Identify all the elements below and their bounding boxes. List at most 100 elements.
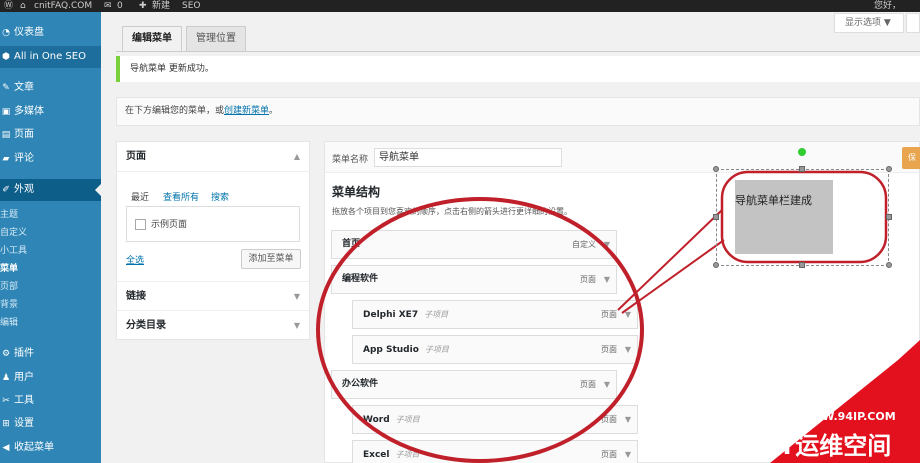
sidebar-item-users[interactable]: ♟ 用户 [0,367,101,389]
resize-handle[interactable] [886,262,892,268]
subitem-tag: 子项目 [424,345,449,354]
menu-item-title: 首页 [342,239,361,249]
comments-icon[interactable]: ✉ [104,0,112,12]
tab-search[interactable]: 搜索 [211,190,229,203]
watermark-title: IT运维空间 [770,432,892,460]
sidebar-item-label: All in One SEO [14,51,86,62]
submenu-themes[interactable]: 主题 [0,206,101,224]
resize-handle[interactable] [713,214,719,220]
menu-item-title: Excel [363,450,390,460]
subitem-tag: 子项目 [395,415,420,424]
sidebar-item-media[interactable]: ▣ 多媒体 [0,101,101,123]
sidebar-item-tools[interactable]: ✂ 工具 [0,390,101,412]
sample-page-checkbox[interactable] [135,219,146,230]
menu-item[interactable]: 首页 自定义 ▼ [331,230,617,259]
submenu-header[interactable]: 页部 [0,278,101,296]
menu-structure-title: 菜单结构 [332,185,381,199]
tab-recent[interactable]: 最近 [131,190,149,203]
chevron-down-icon[interactable]: ▼ [625,441,631,463]
create-menu-link[interactable]: 创建新菜单 [224,106,269,116]
pages-checklist: 示例页面 [126,206,300,242]
resize-handle[interactable] [886,166,892,172]
menu-subitem[interactable]: Excel 子项目 页面 ▼ [352,440,638,463]
wordpress-icon[interactable]: Ⓦ [4,0,13,12]
sidebar-item-seo[interactable]: ⬢ All in One SEO [0,46,101,68]
resize-handle[interactable] [799,166,805,172]
seo-link[interactable]: SEO [182,0,200,12]
sidebar-item-label: 仪表盘 [14,27,44,38]
sidebar-item-settings[interactable]: ⊞ 设置 [0,413,101,435]
plus-icon[interactable]: ✚ [139,0,147,12]
user-icon: ♟ [1,373,11,383]
settings-icon: ⊞ [2,419,10,429]
sidebar-item-dashboard[interactable]: ◔ 仪表盘 [0,22,101,44]
menu-item-title: Delphi XE7 [363,310,419,320]
chevron-down-icon[interactable]: ▼ [625,406,631,433]
resize-handle[interactable] [886,214,892,220]
sidebar-item-label: 页面 [14,129,34,140]
menu-subitem[interactable]: Delphi XE7 子项目 页面 ▼ [352,300,638,329]
add-menu-items-panel: 页面 ▲ 最近 查看所有 搜索 示例页面 全选 添加至菜单 链接 ▼ 分类目录 … [116,141,310,340]
select-all-link[interactable]: 全选 [126,253,144,266]
accordion-title: 链接 [126,291,146,302]
site-name[interactable]: cnitFAQ.COM [34,0,92,12]
accordion-categories-header[interactable]: 分类目录 ▼ [117,311,309,341]
sidebar-item-label: 收起菜单 [14,442,54,453]
sidebar-item-pages[interactable]: ▤ 页面 [0,124,101,146]
chevron-down-icon[interactable]: ▼ [604,266,610,293]
menu-subitem[interactable]: Word 子项目 页面 ▼ [352,405,638,434]
add-to-menu-button[interactable]: 添加至菜单 [241,249,301,269]
chevron-down-icon[interactable]: ▼ [604,371,610,398]
resize-handle[interactable] [713,262,719,268]
manage-suffix: 。 [269,106,279,116]
menu-item[interactable]: 办公软件 页面 ▼ [331,370,617,399]
submenu-editor[interactable]: 编辑 [0,314,101,332]
chevron-down-icon: ▼ [293,321,300,330]
resize-handle[interactable] [713,166,719,172]
help-button[interactable] [906,13,920,33]
comments-count[interactable]: 0 [117,0,123,12]
menu-name-input[interactable]: 导航菜单 [374,148,562,167]
wrench-icon: ✂ [2,396,10,406]
sidebar-item-label: 评论 [14,153,34,164]
callout-text[interactable]: 导航菜单栏建成 [735,192,812,208]
manage-prefix: 在下方编辑您的菜单，或 [125,106,225,116]
chevron-down-icon[interactable]: ▼ [604,231,610,258]
menu-item-type: 页面 [580,275,596,284]
sidebar-item-appearance[interactable]: ✐ 外观 [0,179,101,201]
chevron-up-icon: ▲ [293,152,300,161]
sample-page-label[interactable]: 示例页面 [151,217,187,230]
rotate-handle[interactable] [798,148,806,156]
menu-name-label: 菜单名称 [332,155,369,165]
sidebar-item-collapse[interactable]: ◀ 收起菜单 [0,437,101,459]
accordion-links-header[interactable]: 链接 ▼ [117,281,309,311]
admin-sidebar: ◔ 仪表盘 ⬢ All in One SEO ✎ 文章 ▣ 多媒体 ▤ 页面 ▰… [0,12,101,463]
chevron-down-icon[interactable]: ▼ [625,336,631,363]
accordion-pages-header[interactable]: 页面 ▲ [117,142,309,172]
sidebar-item-comments[interactable]: ▰ 评论 [0,148,101,170]
new-link[interactable]: 新建 [152,0,170,12]
home-icon[interactable]: ⌂ [20,0,26,12]
greeting[interactable]: 您好， [874,0,901,12]
menu-subitem[interactable]: App Studio 子项目 页面 ▼ [352,335,638,364]
submenu-customize[interactable]: 自定义 [0,224,101,242]
resize-handle[interactable] [799,262,805,268]
submenu-menus[interactable]: 菜单 [0,260,101,278]
sidebar-item-plugins[interactable]: ⚙ 插件 [0,343,101,365]
menu-item-title: 办公软件 [342,379,379,389]
tab-view-all[interactable]: 查看所有 [163,190,199,203]
submenu-background[interactable]: 背景 [0,296,101,314]
tab-edit-menus[interactable]: 编辑菜单 [122,26,182,52]
update-notice: 导航菜单 更新成功。 [116,56,920,82]
subitem-tag: 子项目 [395,450,420,459]
save-menu-button[interactable]: 保 [902,147,920,169]
page-icon: ▤ [1,130,11,140]
text-box[interactable]: 导航菜单栏建成 [716,169,889,266]
screen-options-button[interactable]: 显示选项 ▼ [834,13,904,33]
sidebar-item-posts[interactable]: ✎ 文章 [0,77,101,99]
sidebar-item-label: 工具 [14,395,34,406]
chevron-down-icon[interactable]: ▼ [625,301,631,328]
menu-item[interactable]: 编程软件 页面 ▼ [331,265,617,294]
submenu-widgets[interactable]: 小工具 [0,242,101,260]
tab-manage-locations[interactable]: 管理位置 [186,26,246,52]
